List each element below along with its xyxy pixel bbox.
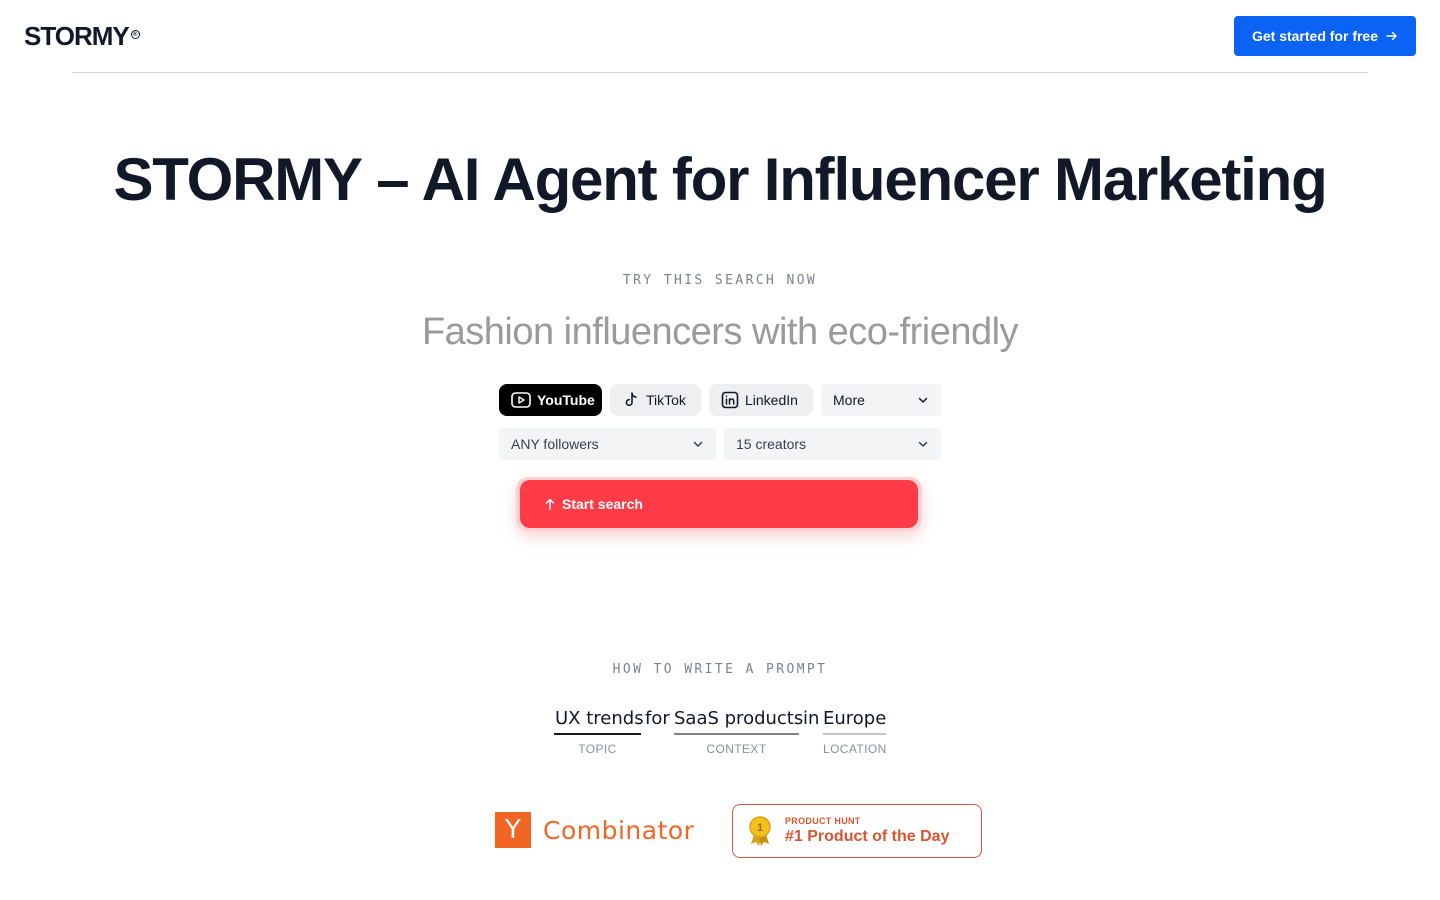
topic-underline xyxy=(554,733,641,735)
product-hunt-title: #1 Product of the Day xyxy=(785,828,950,845)
y-combinator-text: Combinator xyxy=(543,815,695,845)
start-search-button[interactable]: Start search xyxy=(520,480,918,528)
followers-select[interactable]: ANY followers xyxy=(499,428,716,460)
site-header: STORMY ® Get started for free xyxy=(0,0,1440,72)
location-underline xyxy=(823,733,886,735)
example-connector-in: in xyxy=(803,708,820,729)
youtube-icon xyxy=(511,392,531,408)
search-prompt-text[interactable]: Fashion influencers with eco-friendly xyxy=(0,308,1440,356)
get-started-label: Get started for free xyxy=(1251,28,1379,44)
example-connector-for: for xyxy=(645,708,670,729)
example-location: Europe xyxy=(823,708,887,729)
try-search-label: TRY THIS SEARCH NOW xyxy=(622,273,818,288)
linkedin-icon xyxy=(721,391,739,409)
product-hunt-badge[interactable]: 1 PRODUCT HUNT #1 Product of the Day xyxy=(732,804,982,858)
logo-text: STORMY xyxy=(24,21,130,51)
creators-select-value: 15 creators xyxy=(736,436,807,452)
page-title: STORMY – AI Agent for Influencer Marketi… xyxy=(113,146,1327,213)
more-platforms-select[interactable]: More xyxy=(821,384,941,416)
topic-caption: TOPIC xyxy=(578,742,617,756)
filter-row: ANY followers 15 creators xyxy=(499,428,941,460)
arrow-right-icon xyxy=(1386,31,1397,41)
example-context: SaaS products xyxy=(674,708,804,729)
location-caption: LOCATION xyxy=(823,742,887,756)
platform-chip-youtube[interactable]: YouTube xyxy=(499,384,602,416)
platform-label: YouTube xyxy=(537,392,595,408)
chevron-down-icon xyxy=(918,441,928,447)
platform-chip-linkedin[interactable]: LinkedIn xyxy=(709,384,813,416)
platform-selector: YouTube TikTok LinkedIn More xyxy=(499,384,941,416)
y-combinator-logo-icon: Y xyxy=(495,812,531,848)
platform-label: TikTok xyxy=(646,392,686,408)
context-underline xyxy=(674,733,799,735)
creators-select[interactable]: 15 creators xyxy=(724,428,941,460)
get-started-button[interactable]: Get started for free xyxy=(1234,16,1416,56)
arrow-up-icon xyxy=(545,498,555,510)
product-hunt-label: PRODUCT HUNT xyxy=(785,816,861,826)
context-caption: CONTEXT xyxy=(706,742,767,756)
registered-mark-icon: ® xyxy=(130,30,140,39)
more-select-value: More xyxy=(833,392,865,408)
platform-chip-tiktok[interactable]: TikTok xyxy=(610,384,701,416)
svg-text:1: 1 xyxy=(757,822,763,834)
chevron-down-icon xyxy=(918,397,928,403)
platform-label: LinkedIn xyxy=(745,392,798,408)
logo[interactable]: STORMY ® xyxy=(24,21,140,51)
example-topic: UX trends xyxy=(555,708,644,729)
chevron-down-icon xyxy=(693,441,703,447)
followers-select-value: ANY followers xyxy=(511,436,599,452)
start-search-wrapper: Start search xyxy=(516,477,922,531)
medal-icon: 1 xyxy=(749,816,771,846)
product-hunt-text: PRODUCT HUNT #1 Product of the Day xyxy=(785,816,949,846)
how-to-prompt-label: HOW TO WRITE A PROMPT xyxy=(612,662,828,677)
header-divider xyxy=(72,72,1368,73)
y-combinator-badge[interactable]: Y Combinator xyxy=(495,812,694,848)
start-search-label: Start search xyxy=(562,496,643,512)
tiktok-icon xyxy=(625,392,637,407)
